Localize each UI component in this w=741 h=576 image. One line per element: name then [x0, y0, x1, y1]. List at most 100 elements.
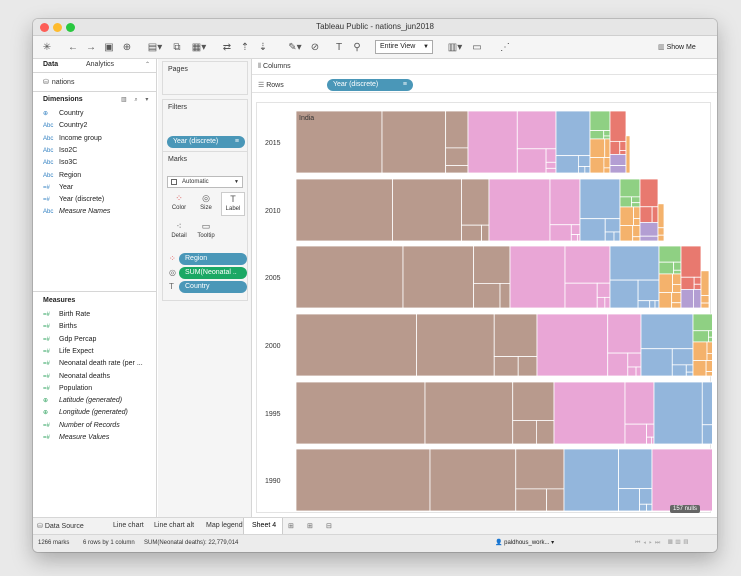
- europe-tile[interactable]: [633, 206, 641, 219]
- region-tile[interactable]: [671, 348, 694, 366]
- region-tile[interactable]: [555, 155, 579, 174]
- measure-field[interactable]: =# Measure Values: [43, 432, 109, 444]
- region-tile[interactable]: [671, 364, 687, 377]
- mena-tile[interactable]: [609, 140, 621, 155]
- region-tile[interactable]: [640, 348, 673, 377]
- south-asia-tile[interactable]: [416, 313, 495, 377]
- region-tile[interactable]: [618, 488, 640, 512]
- europe-tile[interactable]: [632, 236, 641, 242]
- measure-field[interactable]: =# Gdp Percap: [43, 334, 96, 346]
- south-asia-tile[interactable]: [473, 283, 501, 309]
- south-asia-tile[interactable]: [461, 178, 490, 226]
- europe-tile[interactable]: [672, 284, 682, 293]
- latam-tile[interactable]: [589, 110, 611, 131]
- measure-field[interactable]: ⊕ Latitude (generated): [43, 395, 122, 407]
- measure-field[interactable]: =# Life Expect: [43, 346, 94, 358]
- region-tile[interactable]: [685, 371, 694, 377]
- europe-tile[interactable]: [692, 341, 708, 361]
- dimension-field[interactable]: Abc Income group: [43, 133, 102, 145]
- region-tile[interactable]: [701, 381, 717, 426]
- tableau-logo-icon[interactable]: ✳: [41, 40, 53, 55]
- nulls-badge[interactable]: 157 nulls: [670, 505, 701, 513]
- duplicate-sheet-icon[interactable]: ⧉: [171, 40, 183, 55]
- new-dashboard-icon[interactable]: ⊞: [307, 522, 313, 530]
- region-tile[interactable]: [653, 381, 703, 445]
- region-tile[interactable]: [564, 245, 611, 284]
- south-asia-tile[interactable]: [429, 448, 517, 512]
- north-america-tile[interactable]: [639, 222, 659, 237]
- region-tile[interactable]: [701, 424, 714, 445]
- region-tile[interactable]: [627, 366, 637, 377]
- south-asia-tile[interactable]: [512, 420, 537, 445]
- show-me-button[interactable]: ▥ Show Me: [658, 40, 696, 55]
- mena-tile[interactable]: [639, 178, 659, 208]
- mena-tile[interactable]: [619, 140, 627, 151]
- sheet-navigation-icons[interactable]: ⏮◂▸⏭ ▦▥▤: [635, 540, 691, 547]
- south-asia-tile[interactable]: [499, 283, 511, 309]
- region-tile[interactable]: [637, 300, 651, 309]
- europe-tile[interactable]: [671, 292, 682, 304]
- swap-rows-columns-icon[interactable]: ⇄: [221, 40, 233, 55]
- europe-tile[interactable]: [705, 371, 716, 377]
- new-worksheet-icon[interactable]: ▤▾: [147, 40, 163, 55]
- highlight-icon[interactable]: ✎▾: [287, 40, 303, 55]
- latam-tile[interactable]: [603, 130, 611, 137]
- south-asia-tile[interactable]: [536, 420, 555, 445]
- rows-pill[interactable]: Year (discrete) ≡: [327, 79, 413, 91]
- region-tile[interactable]: [545, 167, 557, 174]
- region-tile[interactable]: [685, 364, 694, 373]
- measure-field[interactable]: =# Neonatal deaths: [43, 371, 110, 383]
- filter-pill[interactable]: Year (discrete) ≡: [167, 136, 245, 148]
- size-button[interactable]: ◎ Size: [194, 192, 218, 216]
- mena-tile[interactable]: [680, 276, 695, 290]
- europe-tile[interactable]: [603, 157, 611, 169]
- region-tile[interactable]: [646, 503, 653, 512]
- dimension-field[interactable]: =# Year: [43, 182, 73, 194]
- measure-field[interactable]: =# Births: [43, 321, 77, 333]
- india-tile[interactable]: [295, 448, 431, 512]
- south-asia-tile[interactable]: [392, 178, 462, 242]
- region-tile[interactable]: [635, 366, 642, 377]
- region-tile[interactable]: [545, 161, 557, 169]
- region-tile[interactable]: [627, 352, 642, 368]
- latam-tile[interactable]: [603, 135, 611, 140]
- region-tile[interactable]: [609, 245, 660, 281]
- region-tile[interactable]: [549, 178, 581, 226]
- india-tile[interactable]: [295, 245, 404, 309]
- europe-tile[interactable]: [706, 341, 716, 354]
- tab-analytics[interactable]: Analytics: [86, 61, 114, 68]
- dimension-field[interactable]: ⊕ Country: [43, 108, 84, 120]
- south-asia-tile[interactable]: [517, 356, 538, 377]
- region-tile[interactable]: [646, 436, 652, 445]
- new-story-icon[interactable]: ⊟: [326, 522, 332, 530]
- tooltip-button[interactable]: ▭ Tooltip: [194, 220, 218, 244]
- dimension-field[interactable]: Abc Measure Names: [43, 206, 110, 218]
- south-asia-tile[interactable]: [461, 224, 482, 242]
- south-asia-tile[interactable]: [445, 165, 469, 174]
- show-cards-icon[interactable]: ▥▾: [447, 40, 463, 55]
- latam-tile[interactable]: [708, 336, 716, 343]
- south-asia-tile[interactable]: [481, 224, 490, 242]
- mena-tile[interactable]: [651, 206, 659, 223]
- neonatal-size-pill[interactable]: SUM(Neonatal ..: [179, 267, 247, 279]
- measure-field[interactable]: =# Number of Records: [43, 420, 120, 432]
- tab-map-legend[interactable]: Map legend: [206, 522, 243, 529]
- region-tile[interactable]: [509, 245, 566, 309]
- south-asia-tile[interactable]: [381, 110, 447, 174]
- latam-tile[interactable]: [692, 313, 716, 332]
- europe-tile[interactable]: [705, 360, 716, 372]
- chevron-updown-icon[interactable]: ⌃: [145, 61, 150, 68]
- detail-button[interactable]: ⁖ Detail: [167, 220, 191, 244]
- fix-axes-icon[interactable]: ⚲: [351, 40, 363, 55]
- europe-tile[interactable]: [604, 138, 611, 158]
- europe-tile[interactable]: [671, 302, 682, 309]
- sort-descending-icon[interactable]: ⇣: [257, 40, 269, 55]
- europe-tile[interactable]: [589, 157, 605, 174]
- measure-field[interactable]: =# Neonatal death rate (per ...: [43, 358, 143, 370]
- region-tile[interactable]: [584, 166, 591, 174]
- europe-tile[interactable]: [692, 360, 707, 377]
- new-datasource-icon[interactable]: ⊕: [121, 40, 133, 55]
- region-tile[interactable]: [640, 313, 694, 350]
- south-asia-tile[interactable]: [546, 488, 565, 512]
- tab-line-chart[interactable]: Line chart: [113, 522, 144, 529]
